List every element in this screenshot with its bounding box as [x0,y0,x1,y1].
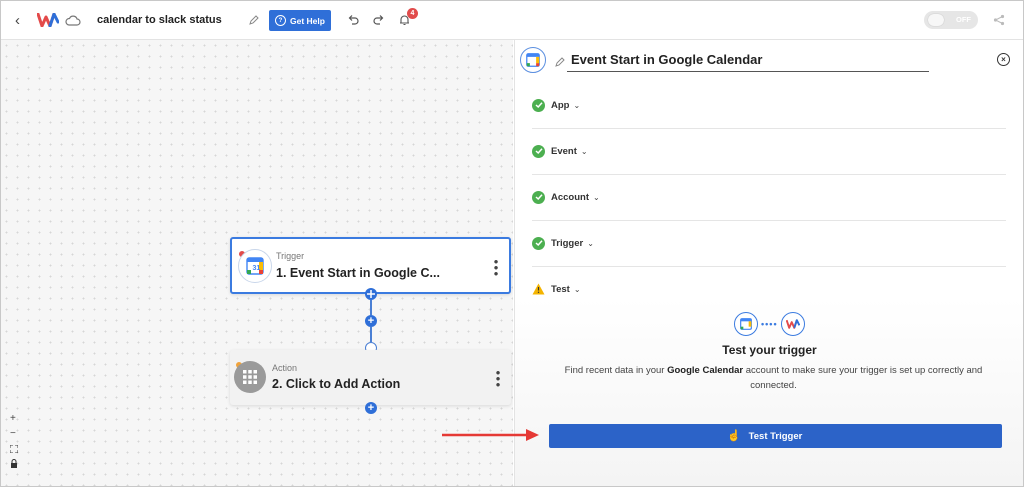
connector-handle[interactable] [365,288,377,300]
test-desc-post: account to make sure your trigger is set… [743,365,983,391]
notifications-bell-icon[interactable] [399,1,410,39]
top-bar: ‹ calendar to slack status ? Get Help 4 [1,1,1023,40]
step-trigger[interactable]: Trigger ⌄ [532,220,1006,267]
hand-cursor-icon: ☝ [727,430,741,442]
back-arrow-icon[interactable]: ‹ [15,1,20,39]
notification-count-badge: 4 [407,8,418,19]
check-circle-icon [532,236,545,250]
title-underline [567,71,929,72]
app-logo-icon[interactable] [37,1,59,39]
check-circle-icon [532,98,545,112]
chevron-down-icon: ⌄ [587,238,594,248]
chevron-down-icon: ⌄ [580,146,588,156]
fit-view-icon[interactable] [9,444,19,456]
test-trigger-label: Test Trigger [748,430,803,442]
chevron-down-icon: ⌄ [593,192,600,202]
connector-line [370,300,372,315]
connector-line [370,327,372,342]
cloud-icon [65,1,81,39]
add-step-button[interactable]: + [365,315,377,327]
connection-illustration: •••• [734,312,805,336]
connection-dots: •••• [761,319,778,329]
step-label: Event [551,145,577,157]
test-desc-app: Google Calendar [667,365,744,376]
workflow-canvas[interactable]: 31 Trigger 1. Event Start in Google C...… [1,40,513,486]
share-icon[interactable] [993,1,1005,39]
panel-title[interactable]: Event Start in Google Calendar [571,52,762,67]
undo-icon[interactable] [347,1,359,39]
action-node-kind: Action [272,363,298,373]
trigger-node-kind: Trigger [276,251,305,261]
test-title: Test your trigger [722,343,817,357]
test-section: •••• Test your trigger Find recent data … [515,298,1023,486]
action-node-title: 2. Click to Add Action [272,377,401,391]
action-node[interactable]: Action 2. Click to Add Action • • • [230,350,511,405]
check-circle-icon [532,144,545,158]
step-label: Account [551,191,589,203]
add-step-button[interactable]: + [365,402,377,414]
step-label: App [551,99,570,111]
zoom-in-button[interactable]: + [10,413,16,424]
trigger-node[interactable]: 31 Trigger 1. Event Start in Google C...… [230,237,511,294]
step-label: Trigger [551,237,584,249]
toggle-knob [928,14,944,26]
close-panel-icon[interactable]: × [997,53,1010,66]
get-help-label: Get Help [290,15,325,26]
check-circle-icon [532,190,545,204]
app-window: ‹ calendar to slack status ? Get Help 4 [0,0,1024,487]
action-more-options-icon[interactable]: • • • [495,366,501,391]
google-calendar-icon [734,312,758,336]
step-app[interactable]: App ⌄ [532,82,1006,129]
workflow-on-off-toggle[interactable]: OFF [924,11,978,29]
apps-grid-icon [234,361,266,393]
edit-title-pencil-icon[interactable] [555,54,565,72]
chevron-down-icon: ⌄ [573,284,581,294]
google-calendar-icon: 31 [238,249,272,283]
get-help-button[interactable]: ? Get Help [269,10,331,31]
step-config-panel: Event Start in Google Calendar × App ⌄ E… [514,40,1023,486]
warning-triangle-icon [532,283,545,295]
zoom-out-button[interactable]: − [10,428,16,439]
step-account[interactable]: Account ⌄ [532,174,1006,221]
test-desc-pre: Find recent data in your [564,365,668,376]
app-logo-icon [780,312,805,336]
svg-text:31: 31 [253,265,261,272]
trigger-node-title: 1. Event Start in Google C... [276,266,440,280]
step-label: Test [551,283,570,295]
trigger-more-options-icon[interactable]: • • • [493,255,499,280]
redo-icon[interactable] [373,1,385,39]
step-event[interactable]: Event ⌄ [532,128,1006,175]
workflow-name[interactable]: calendar to slack status [97,1,222,39]
toggle-label: OFF [956,15,971,24]
edit-pencil-icon[interactable] [249,1,259,39]
help-circle-icon: ? [275,15,287,26]
red-arrow-annotation [442,429,539,441]
chevron-down-icon: ⌄ [573,100,581,110]
lock-icon[interactable] [10,459,18,471]
google-calendar-icon [520,47,546,73]
test-description: Find recent data in your Google Calendar… [551,363,996,393]
test-trigger-button[interactable]: ☝ Test Trigger [549,424,1002,448]
